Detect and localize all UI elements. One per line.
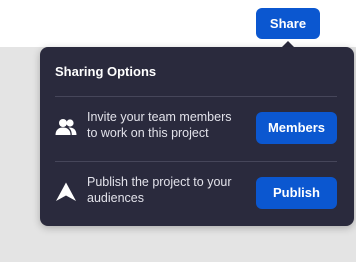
invite-members-description: Invite your team members to work on this… xyxy=(87,109,257,141)
publish-icon xyxy=(55,181,77,203)
popover-title: Sharing Options xyxy=(55,64,157,79)
divider xyxy=(55,96,337,97)
share-button[interactable]: Share xyxy=(256,8,320,39)
publish-button[interactable]: Publish xyxy=(256,177,337,209)
divider xyxy=(55,161,337,162)
invite-members-option: Invite your team members to work on this… xyxy=(55,103,337,153)
invite-text-line-1: Invite your team members xyxy=(87,110,232,124)
team-members-icon xyxy=(55,116,77,138)
sharing-options-popover: Sharing Options Invite your team members… xyxy=(40,47,354,226)
publish-option: Publish the project to your audiences Pu… xyxy=(55,168,337,218)
publish-text-line-2: audiences xyxy=(87,191,144,205)
members-button[interactable]: Members xyxy=(256,112,337,144)
publish-description: Publish the project to your audiences xyxy=(87,174,257,206)
publish-text-line-1: Publish the project to your xyxy=(87,175,232,189)
invite-text-line-2: to work on this project xyxy=(87,126,209,140)
top-bar: Share xyxy=(0,0,356,47)
